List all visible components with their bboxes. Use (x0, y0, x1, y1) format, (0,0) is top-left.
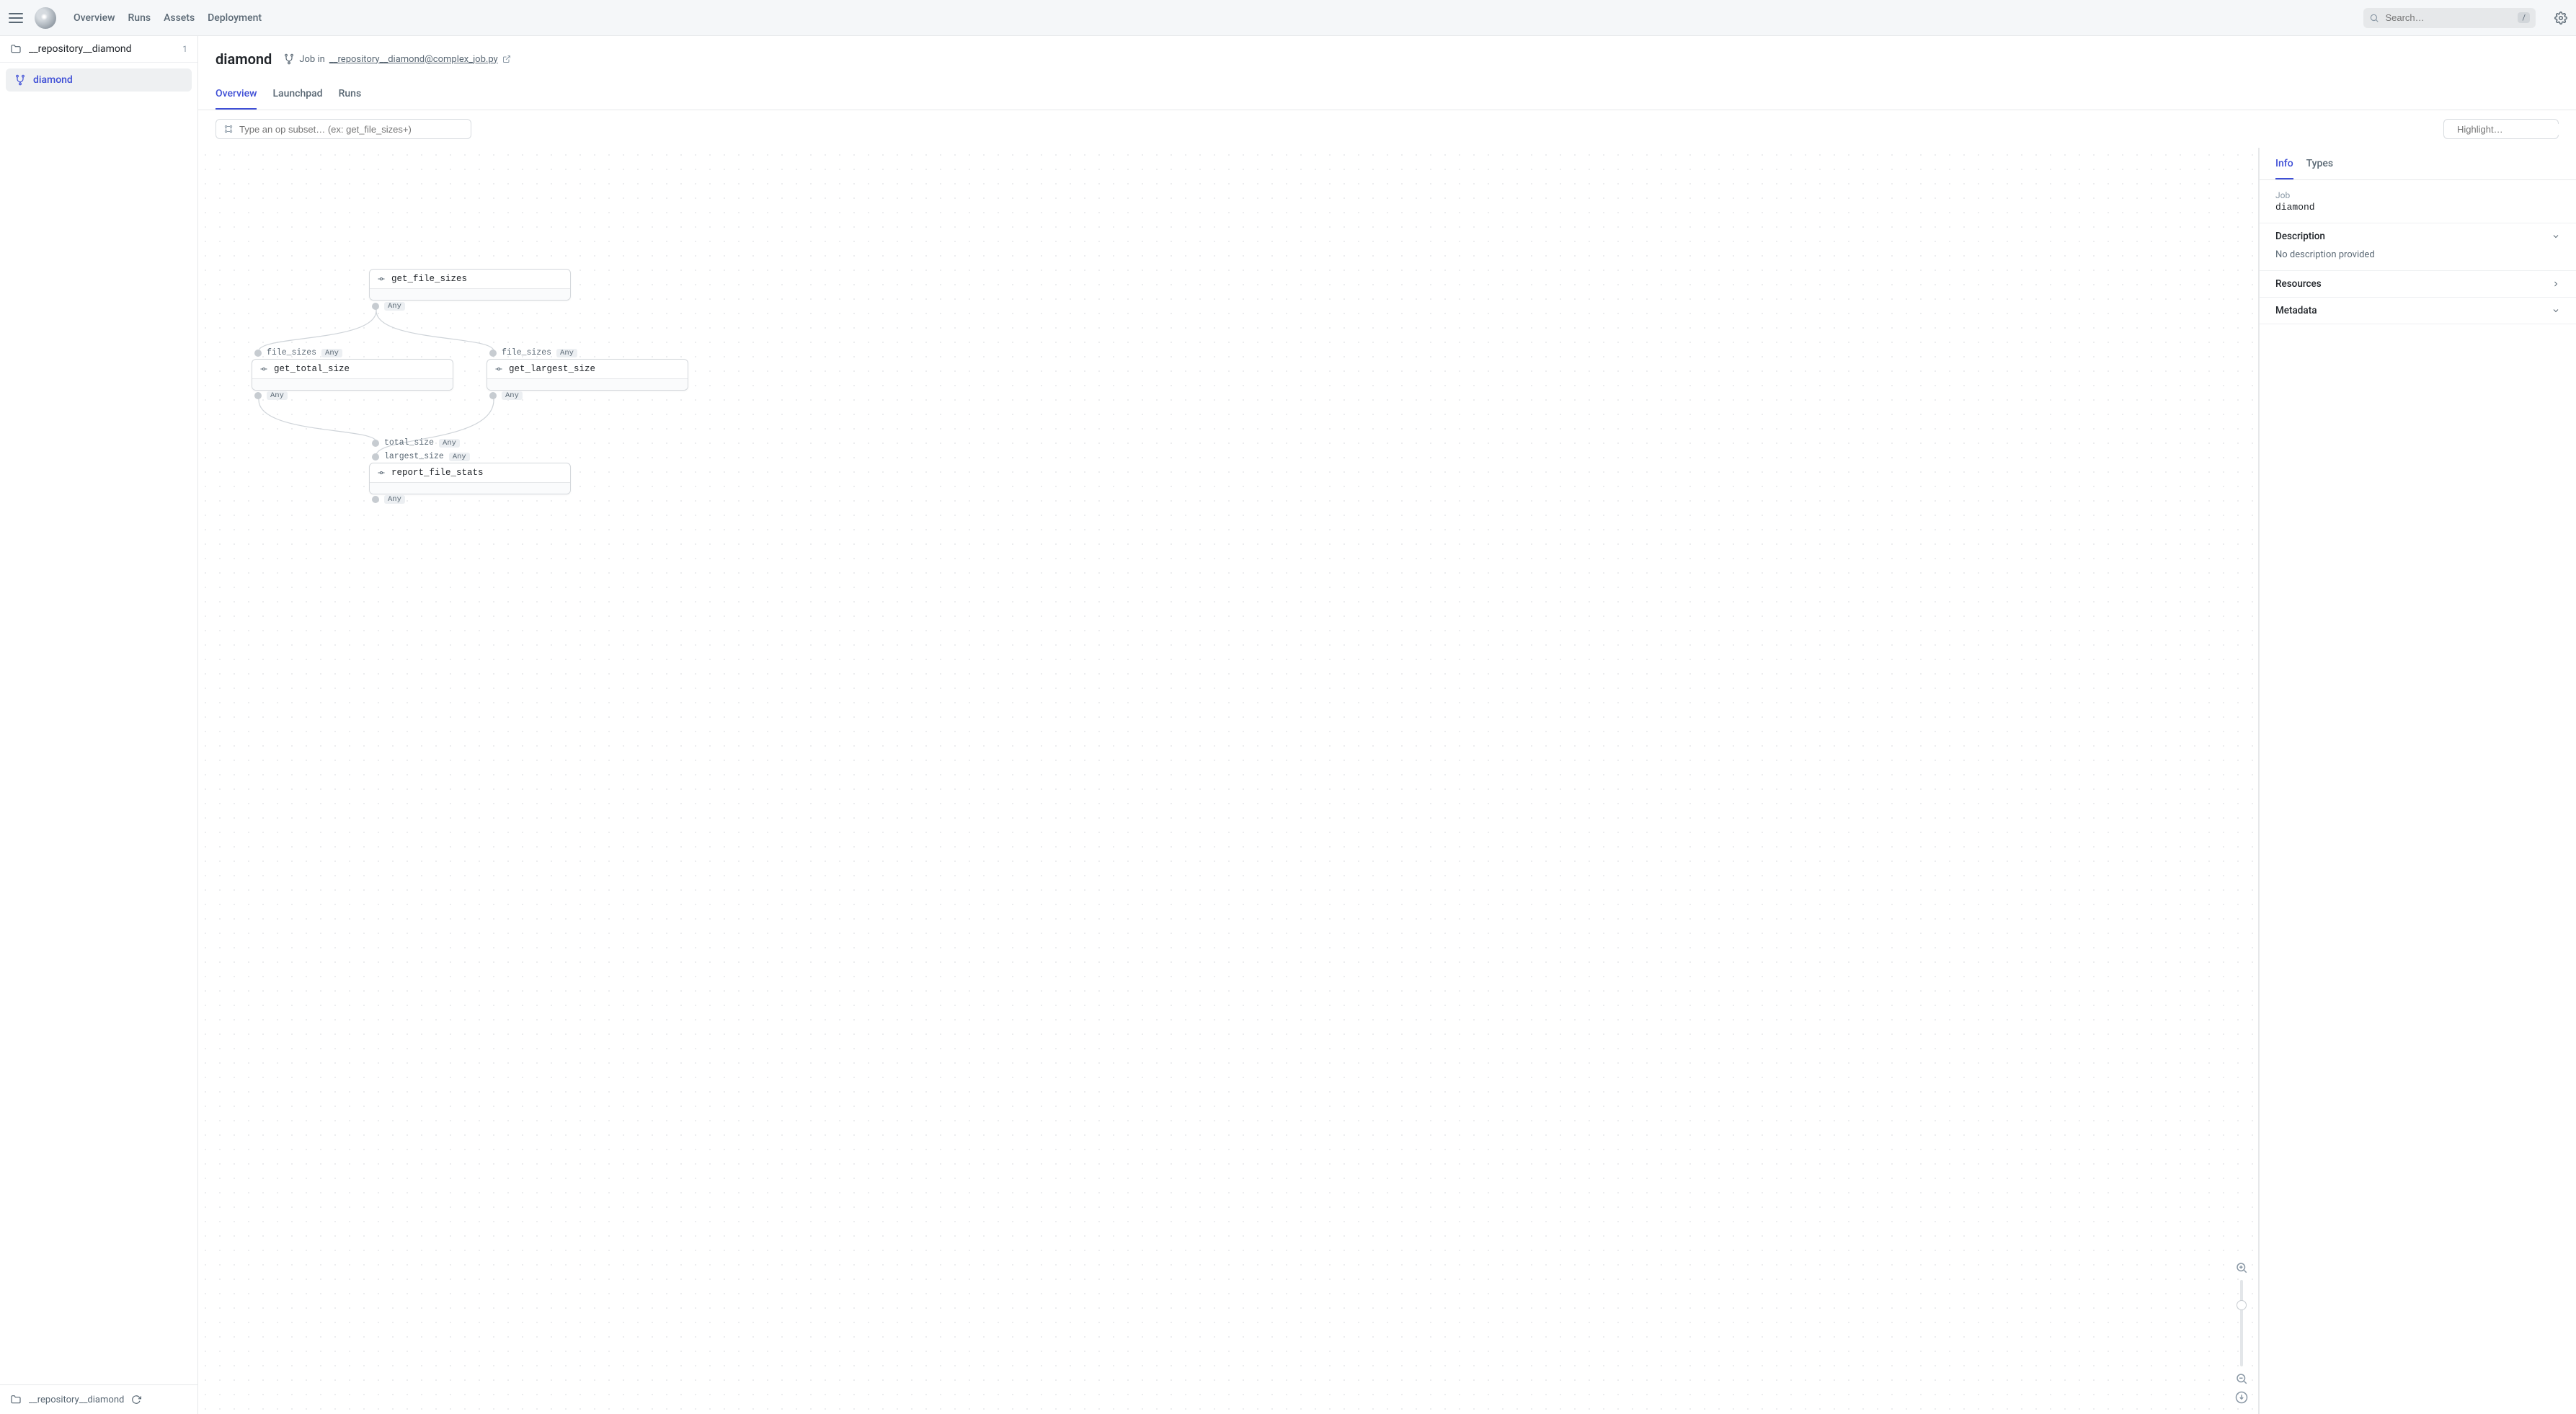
dag-canvas[interactable]: get_file_sizes Any file_sizes Any (198, 148, 2259, 1414)
nav-deployment[interactable]: Deployment (208, 12, 262, 24)
rp-job-name: diamond (2275, 202, 2560, 213)
zoom-controls (2235, 1261, 2248, 1404)
nav-runs[interactable]: Runs (128, 12, 151, 24)
job-icon (283, 53, 295, 65)
sidebar-footer-repo: __repository__diamond (29, 1395, 124, 1405)
chevron-down-icon (2551, 306, 2560, 315)
sidebar-repo-name: __repository__diamond (29, 43, 132, 55)
chevron-right-icon (2551, 280, 2560, 288)
nav-assets[interactable]: Assets (164, 12, 195, 24)
sidebar-item-label: diamond (33, 74, 73, 86)
global-search[interactable]: / (2363, 8, 2536, 28)
right-panel: Info Types Job diamond Description No de… (2259, 148, 2576, 1414)
op-output-report-file-stats: Any (372, 495, 405, 504)
op-node-get-largest-size[interactable]: get_largest_size (487, 359, 688, 391)
highlight-input[interactable] (2457, 124, 2576, 135)
op-output-get-total-size: Any (254, 391, 288, 400)
search-shortcut-hint: / (2518, 12, 2530, 23)
folder-icon (10, 43, 22, 55)
op-icon (494, 365, 503, 373)
page-title: diamond (216, 50, 272, 68)
nav-overview[interactable]: Overview (74, 12, 115, 24)
tab-overview[interactable]: Overview (216, 81, 257, 110)
op-icon (377, 275, 386, 283)
op-input-get-largest-size: file_sizes Any (489, 348, 577, 357)
tab-info[interactable]: Info (2275, 158, 2293, 179)
job-subtype-prefix: Job in (299, 54, 324, 65)
reload-icon[interactable] (131, 1395, 141, 1405)
op-icon (377, 468, 386, 477)
op-input-get-total-size: file_sizes Any (254, 348, 342, 357)
job-headline: diamond Job in __repository__diamond@com… (198, 36, 2576, 72)
zoom-slider[interactable] (2240, 1280, 2243, 1366)
sidebar-item-diamond[interactable]: diamond (6, 68, 192, 92)
gear-icon[interactable] (2554, 12, 2567, 25)
topbar: Overview Runs Assets Deployment / (0, 0, 2576, 36)
op-label: get_largest_size (509, 364, 595, 374)
job-subtabs: Overview Launchpad Runs (198, 81, 2576, 110)
op-output-get-largest-size: Any (489, 391, 523, 400)
rp-job-label: Job (2275, 190, 2560, 200)
primary-nav: Overview Runs Assets Deployment (74, 12, 262, 24)
tab-runs[interactable]: Runs (339, 81, 362, 110)
op-node-report-file-stats[interactable]: report_file_stats (369, 463, 571, 494)
rp-metadata-header[interactable]: Metadata (2260, 298, 2576, 324)
rp-resources-header[interactable]: Resources (2260, 271, 2576, 297)
sidebar: __repository__diamond 1 diamond __reposi… (0, 36, 198, 1414)
highlight-filter[interactable] (2443, 119, 2559, 139)
rp-description-body: No description provided (2260, 249, 2576, 270)
logo-icon[interactable] (35, 7, 56, 29)
op-label: get_file_sizes (391, 274, 467, 284)
tab-launchpad[interactable]: Launchpad (272, 81, 322, 110)
filter-icon (223, 124, 234, 134)
sidebar-repo-header[interactable]: __repository__diamond 1 (0, 36, 197, 63)
sidebar-repo-count: 1 (182, 44, 187, 54)
menu-toggle-button[interactable] (9, 11, 23, 25)
download-svg-button[interactable] (2235, 1391, 2248, 1404)
search-input[interactable] (2385, 12, 2512, 23)
op-input-report-total-size: total_size Any (372, 438, 460, 448)
op-label: report_file_stats (391, 468, 484, 478)
zoom-in-button[interactable] (2235, 1261, 2248, 1274)
folder-icon (10, 1394, 22, 1405)
op-output-get-file-sizes: Any (372, 302, 405, 311)
zoom-thumb[interactable] (2237, 1300, 2247, 1310)
op-input-report-largest-size: largest_size Any (372, 452, 470, 461)
sidebar-footer: __repository__diamond (0, 1384, 197, 1414)
external-link-icon[interactable] (502, 55, 511, 63)
content: diamond Job in __repository__diamond@com… (198, 36, 2576, 1414)
op-subset-filter[interactable] (216, 119, 471, 139)
op-label: get_total_size (274, 364, 350, 374)
search-icon (2369, 13, 2379, 23)
op-node-get-file-sizes[interactable]: get_file_sizes (369, 269, 571, 301)
op-icon (259, 365, 268, 373)
op-node-get-total-size[interactable]: get_total_size (252, 359, 453, 391)
rp-description-header[interactable]: Description (2260, 223, 2576, 249)
job-location-link[interactable]: __repository__diamond@complex_job.py (329, 54, 498, 65)
job-icon (14, 74, 26, 86)
tab-types[interactable]: Types (2306, 158, 2333, 179)
chevron-down-icon (2551, 232, 2560, 241)
op-subset-input[interactable] (239, 124, 463, 135)
zoom-out-button[interactable] (2235, 1372, 2248, 1385)
